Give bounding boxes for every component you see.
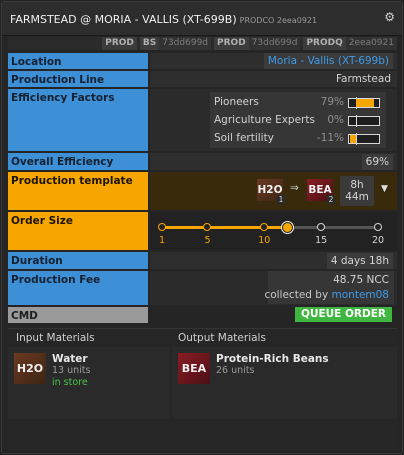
window-footer — [8, 421, 397, 449]
output-material-card[interactable]: BEA Protein-Rich Beans 26 units — [178, 353, 329, 384]
production-line-cell: Farmstead — [150, 71, 397, 87]
window-title-text: FARMSTEAD @ MORIA - VALLIS (XT-699B) — [10, 13, 237, 26]
output-materials-header: Output Materials — [178, 332, 266, 344]
fee-amount: 48.75 NCC — [333, 274, 389, 286]
factor-bar-zero-marker — [356, 133, 357, 145]
water-material-icon[interactable]: H2O — [14, 353, 46, 384]
slider-tick[interactable] — [317, 223, 326, 231]
location-label: Location — [8, 53, 148, 69]
dropdown-caret-icon[interactable]: ▼ — [381, 184, 388, 194]
overall-efficiency-label: Overall Efficiency — [8, 153, 148, 170]
output-amount: 2 — [327, 195, 335, 204]
input-material-icon[interactable]: H2O 1 — [257, 179, 285, 204]
factor-bar — [348, 133, 380, 145]
slider-tick-label: 10 — [258, 235, 271, 246]
location-value-cell: Moria - Vallis (XT-699b) — [150, 53, 397, 69]
queue-order-button[interactable]: QUEUE ORDER — [295, 307, 392, 322]
overall-efficiency-cell: 69% — [150, 153, 397, 170]
production-fee-label: Production Fee — [8, 271, 148, 305]
factor-bar-fill — [356, 99, 374, 107]
arrow-right-icon: ⇒ — [290, 182, 299, 194]
factor-bar-zero-marker — [356, 115, 357, 127]
tag-value: 2eea0921 — [345, 37, 397, 50]
tag-key: PROD — [102, 37, 137, 50]
gear-icon[interactable]: ⚙ — [384, 11, 395, 23]
title-bar[interactable]: FARMSTEAD @ MORIA - VALLIS (XT-699B) PROD… — [2, 2, 402, 36]
order-size-slider[interactable]: 1 5 10 15 20 — [150, 212, 397, 250]
tag-key: BS — [139, 37, 160, 50]
duration-value: 4 days 18h — [326, 253, 393, 269]
output-material-icon[interactable]: BEA 2 — [307, 179, 335, 204]
location-link[interactable]: Moria - Vallis (XT-699b) — [263, 53, 393, 69]
tag-list: PROD BS 73dd699d PROD 73dd699d PRODQ 2eea09… — [102, 37, 397, 50]
beans-material-icon[interactable]: BEA — [178, 353, 210, 384]
window-subtitle: PRODCO 2eea0921 — [239, 16, 318, 25]
input-materials-header: Input Materials — [16, 332, 95, 344]
fee-box: 48.75 NCC collected by montem08 — [264, 271, 394, 304]
factor-bar — [348, 115, 380, 127]
fee-collector-link[interactable]: montem08 — [332, 289, 389, 301]
tag-key: PROD — [214, 37, 249, 50]
efficiency-factors-label: Efficiency Factors — [8, 89, 148, 151]
template-duration: 8h 44m — [340, 176, 374, 206]
fee-collector-line: collected by montem08 — [264, 289, 389, 301]
template-duration-minutes: 44m — [345, 191, 369, 203]
window-title: FARMSTEAD @ MORIA - VALLIS (XT-699B) PROD… — [10, 13, 317, 26]
factor-name: Pioneers — [214, 96, 259, 108]
input-material-name: Water — [52, 353, 88, 365]
slider-tick-label: 15 — [315, 235, 328, 246]
cmd-label: CMD — [8, 307, 148, 323]
factor-bar-fill — [350, 135, 356, 143]
production-fee-cell: 48.75 NCC collected by montem08 — [150, 271, 397, 305]
duration-label: Duration — [8, 252, 148, 269]
input-materials-box: H2O Water 13 units in store — [8, 347, 170, 419]
factor-name: Agriculture Experts — [214, 114, 315, 126]
slider-tick[interactable] — [203, 223, 212, 231]
tag-prodq[interactable]: PRODQ 2eea0921 — [303, 37, 397, 50]
tag-bs[interactable]: BS 73dd699d — [139, 37, 212, 50]
slider-tick[interactable] — [260, 223, 269, 231]
slider-tick-label: 1 — [158, 235, 166, 246]
slider-tick[interactable] — [158, 223, 166, 231]
fee-collected-prefix: collected by — [264, 289, 329, 301]
order-size-label: Order Size — [8, 212, 148, 250]
factor-value: 79% — [320, 96, 344, 108]
factor-name: Soil fertility — [214, 132, 274, 144]
overall-efficiency-value: 69% — [361, 154, 393, 170]
production-line-label: Production Line — [8, 71, 148, 87]
input-material-card[interactable]: H2O Water 13 units in store — [14, 353, 90, 388]
production-template-cell[interactable]: H2O 1 ⇒ BEA 2 8h 44m ▼ — [150, 172, 397, 210]
input-material-status: in store — [52, 377, 88, 388]
production-window: FARMSTEAD @ MORIA - VALLIS (XT-699B) PROD… — [1, 1, 403, 454]
factor-value: -11% — [316, 132, 344, 144]
tag-value: 73dd699d — [248, 37, 301, 50]
production-template-label: Production template — [8, 172, 148, 210]
efficiency-factors-list: Pioneers 79% Agriculture Experts 0% Soil… — [210, 92, 386, 148]
slider-tick-label: 20 — [371, 235, 385, 246]
template-duration-hours: 8h — [350, 179, 364, 191]
tag-key: PRODQ — [303, 37, 346, 50]
output-material-units: 26 units — [216, 365, 255, 376]
production-line-value: Farmstead — [335, 73, 391, 85]
input-amount: 1 — [277, 195, 285, 204]
slider-fill — [162, 226, 288, 229]
tag-bar: PROD BS 73dd699d PROD 73dd699d PRODQ 2eea09… — [8, 37, 397, 50]
slider-tick-label: 5 — [204, 235, 211, 246]
duration-cell: 4 days 18h — [150, 252, 397, 269]
input-material-units: 13 units — [52, 365, 91, 376]
slider-handle[interactable] — [281, 221, 295, 234]
output-material-name: Protein-Rich Beans — [216, 353, 329, 365]
tag-prod[interactable]: PROD — [102, 37, 137, 50]
slider-tick[interactable] — [374, 223, 382, 231]
factor-value: 0% — [327, 114, 344, 126]
tag-prod-id[interactable]: PROD 73dd699d — [214, 37, 301, 50]
output-materials-box: BEA Protein-Rich Beans 26 units — [172, 347, 397, 419]
tag-value: 73dd699d — [159, 37, 212, 50]
factor-bar — [348, 97, 380, 109]
